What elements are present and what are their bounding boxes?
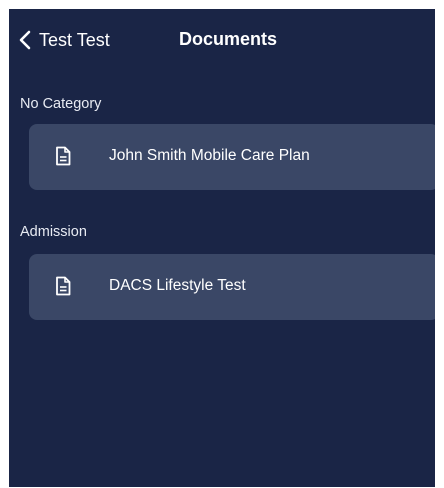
document-item[interactable]: John Smith Mobile Care Plan [29,124,435,190]
document-icon [56,276,71,296]
document-icon [56,146,71,166]
document-item[interactable]: DACS Lifestyle Test [29,254,435,320]
back-button[interactable]: Test Test [17,25,110,55]
document-item-label: DACS Lifestyle Test [109,277,246,294]
chevron-left-icon [19,30,31,50]
section-header-admission: Admission [20,224,87,240]
section-header-no-category: No Category [20,96,102,112]
back-button-label: Test Test [39,29,110,50]
document-item-label: John Smith Mobile Care Plan [109,147,310,164]
navigation-bar: Test Test Documents [9,9,435,71]
documents-screen: Test Test Documents No Category John Smi… [9,9,435,487]
page-title: Documents [179,29,278,49]
